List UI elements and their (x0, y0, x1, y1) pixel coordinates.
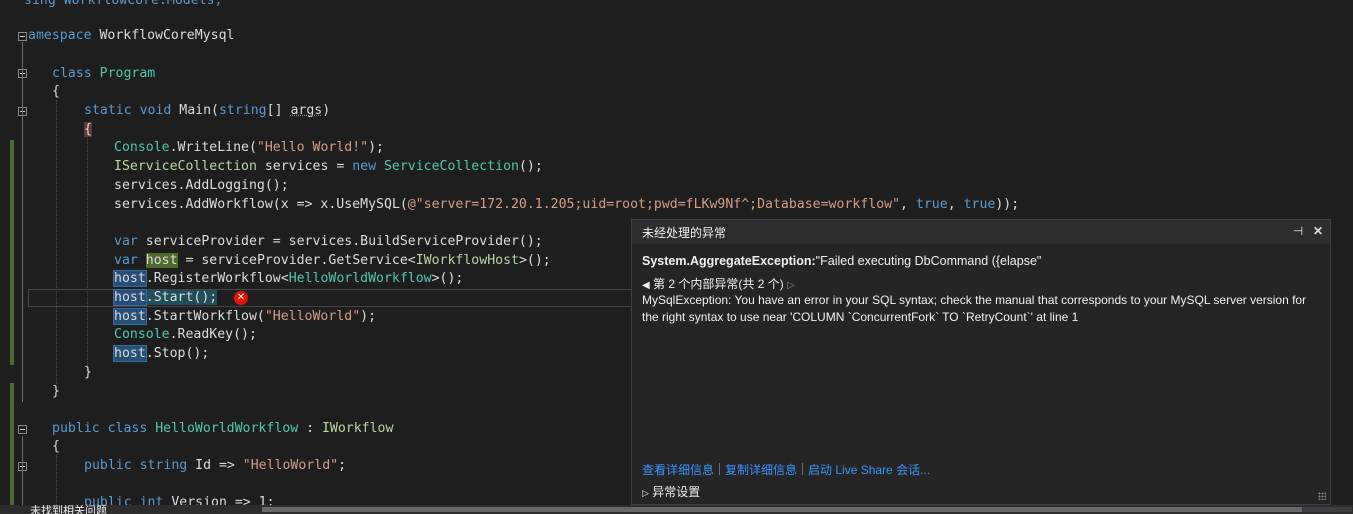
exception-popup: 未经处理的异常 ⊣ ✕ System.AggregateException:"F… (631, 219, 1331, 505)
exception-type: System.AggregateException: (642, 254, 816, 268)
change-bar (10, 383, 14, 505)
code-line: sing WorkflowCore.Models; (24, 0, 223, 8)
fold-toggle[interactable] (18, 425, 27, 434)
code-line: { (84, 122, 92, 137)
code-line: var serviceProvider = services.BuildServ… (114, 234, 543, 249)
code-line: Console.WriteLine("Hello World!"); (114, 140, 384, 155)
expand-icon: ▷ (642, 488, 649, 498)
issues-status[interactable]: 未找到相关问题 (30, 505, 107, 514)
copy-details-link[interactable]: 复制详细信息 (725, 463, 797, 477)
code-line: Console.ReadKey(); (114, 327, 257, 342)
prev-icon[interactable]: ◀ (642, 280, 650, 291)
code-line: class Program (52, 66, 156, 81)
inner-exception-label: 第 2 个内部异常(共 2 个) (653, 277, 784, 291)
code-line: host.RegisterWorkflow<HelloWorldWorkflow… (113, 270, 464, 287)
fold-toggle[interactable] (18, 32, 27, 41)
link-separator (802, 463, 804, 475)
view-details-link[interactable]: 查看详细信息 (642, 463, 714, 477)
code-line: public class HelloWorldWorkflow : IWorkf… (52, 421, 394, 436)
code-line-error: host.Start(); (113, 289, 218, 306)
code-line: services.AddWorkflow(x => x.UseMySQL(@"s… (114, 197, 1020, 212)
code-line: public string Id => "HelloWorld"; (84, 458, 347, 473)
status-strip: 未找到相关问题 (0, 505, 1353, 514)
popup-title: 未经处理的异常 (642, 226, 727, 240)
horizontal-scroll-thumb[interactable] (262, 507, 1302, 512)
exception-settings-label: 异常设置 (652, 485, 701, 499)
next-icon[interactable]: ▷ (787, 280, 795, 291)
live-share-link[interactable]: 启动 Live Share 会话... (808, 463, 930, 477)
indent-guide (56, 455, 57, 505)
resize-grip-icon[interactable] (1318, 492, 1326, 500)
error-icon[interactable]: ✕ (234, 291, 248, 305)
code-line: } (84, 365, 92, 380)
popup-links: 查看详细信息 复制详细信息 启动 Live Share 会话... (642, 461, 930, 478)
indent-guide (56, 100, 57, 390)
popup-header: 未经处理的异常 ⊣ ✕ (632, 220, 1330, 244)
indent-guide (87, 137, 88, 372)
code-line: amespace WorkflowCoreMysql (28, 28, 235, 43)
exception-message: MySqlException: You have an error in you… (642, 293, 1307, 324)
exception-summary: "Failed executing DbCommand ({elapse" (815, 254, 1042, 268)
code-line: host.Stop(); (113, 345, 210, 362)
pin-icon[interactable]: ⊣ (1290, 223, 1306, 239)
exception-title: System.AggregateException:"Failed execut… (642, 254, 1041, 268)
code-line: static void Main(string[] args) (84, 103, 331, 118)
change-bar (10, 140, 14, 365)
exception-settings-toggle[interactable]: ▷ 异常设置 (642, 483, 700, 500)
code-line: { (52, 84, 60, 99)
close-icon[interactable]: ✕ (1310, 223, 1326, 239)
code-line: services.AddLogging(); (114, 178, 289, 193)
code-line: host.StartWorkflow("HelloWorld"); (113, 308, 377, 325)
link-separator (719, 463, 721, 475)
code-line: IServiceCollection services = new Servic… (114, 159, 543, 174)
code-line: } (52, 384, 60, 399)
inner-exception-nav: ◀ 第 2 个内部异常(共 2 个) ▷ (642, 275, 795, 292)
fold-line (22, 436, 23, 505)
code-line: { (52, 439, 60, 454)
code-line: public int Version => 1; (84, 495, 275, 505)
code-line: var host = serviceProvider.GetService<IW… (114, 253, 551, 268)
fold-line (22, 42, 23, 402)
